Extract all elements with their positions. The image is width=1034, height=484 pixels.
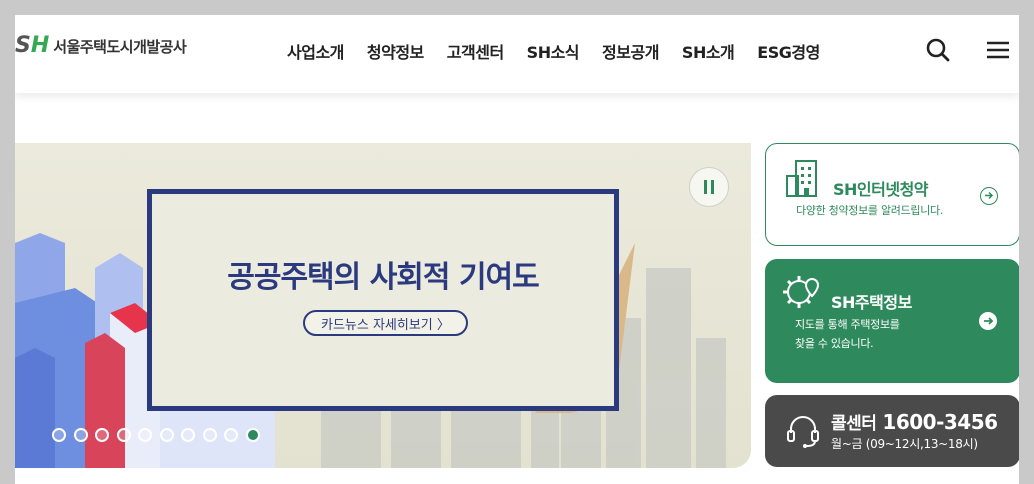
- search-icon[interactable]: [925, 37, 951, 63]
- slide-indicator: [52, 428, 267, 442]
- arrow-right-icon: [979, 312, 997, 330]
- nav-item-customer-center[interactable]: 고객센터: [447, 39, 504, 63]
- hamburger-menu-icon[interactable]: [985, 37, 1011, 63]
- slide-dot[interactable]: [52, 428, 66, 442]
- call-center-hours: 월~금 (09~12시,13~18시): [831, 437, 978, 451]
- slide-dot[interactable]: [202, 428, 217, 442]
- slide-dot[interactable]: [95, 428, 109, 442]
- call-center-label: 콜센터: [831, 414, 877, 434]
- nav-item-about[interactable]: SH소개: [682, 39, 735, 63]
- main-banner[interactable]: 공공주택의 사회적 기여도 카드뉴스 자세히보기 〉: [15, 143, 751, 468]
- logo-mark: SH: [15, 35, 49, 57]
- internet-subscription-card[interactable]: SH인터넷청약 다양한 청약정보를 알려드립니다.: [765, 143, 1019, 246]
- site-header: SH 서울주택도시개발공사 사업소개 청약정보 고객센터 SH소식 정보공개 S…: [15, 15, 1019, 93]
- slide-dot[interactable]: [159, 428, 174, 442]
- gear-location-icon: [783, 276, 820, 308]
- nav-item-subscription[interactable]: 청약정보: [367, 39, 424, 63]
- logo-mark-s: S: [15, 33, 31, 58]
- logo[interactable]: SH 서울주택도시개발공사: [15, 35, 187, 57]
- slide-dot[interactable]: [181, 428, 195, 442]
- slide-dot[interactable]: [224, 428, 238, 442]
- nav-item-esg[interactable]: ESG경영: [757, 39, 820, 63]
- housing-info-card[interactable]: SH주택정보 지도를 통해 주택정보를 찾을 수 있습니다.: [765, 259, 1019, 383]
- nav-item-business[interactable]: 사업소개: [287, 39, 344, 63]
- logo-text: 서울주택도시개발공사: [53, 37, 187, 56]
- call-center-phone[interactable]: 1600-3456: [882, 410, 998, 434]
- slide-dot-active[interactable]: [245, 428, 260, 442]
- housing-info-title: SH주택정보: [831, 293, 912, 312]
- banner-title: 공공주택의 사회적 기여도: [227, 260, 540, 295]
- slide-pause-button[interactable]: [689, 167, 729, 207]
- banner-card: 공공주택의 사회적 기여도 카드뉴스 자세히보기 〉: [147, 189, 619, 411]
- nav-item-news[interactable]: SH소식: [527, 39, 580, 63]
- slide-dot[interactable]: [138, 428, 152, 442]
- arrow-right-icon: [980, 187, 998, 205]
- main-nav: 사업소개 청약정보 고객센터 SH소식 정보공개 SH소개 ESG경영: [287, 39, 843, 63]
- headset-icon: [787, 416, 819, 448]
- slide-dot[interactable]: [73, 428, 88, 442]
- card-news-button[interactable]: 카드뉴스 자세히보기 〉: [303, 310, 468, 336]
- call-center-card[interactable]: 콜센터 1600-3456 월~금 (09~12시,13~18시): [765, 395, 1019, 467]
- building-icon: [786, 160, 817, 197]
- internet-subscription-desc: 다양한 청약정보를 알려드립니다.: [796, 204, 944, 217]
- housing-info-desc-line2: 찾을 수 있습니다.: [795, 337, 874, 350]
- pause-icon: [704, 180, 714, 194]
- slide-dot[interactable]: [116, 428, 131, 442]
- page: SH 서울주택도시개발공사 사업소개 청약정보 고객센터 SH소식 정보공개 S…: [15, 15, 1019, 484]
- call-center-title: 콜센터 1600-3456: [831, 409, 998, 434]
- housing-info-desc: 지도를 통해 주택정보를 찾을 수 있습니다.: [795, 315, 945, 353]
- internet-subscription-title: SH인터넷청약: [833, 180, 929, 199]
- logo-mark-h: H: [30, 33, 50, 58]
- nav-item-disclosure[interactable]: 정보공개: [602, 39, 659, 63]
- housing-info-desc-line1: 지도를 통해 주택정보를: [795, 318, 900, 331]
